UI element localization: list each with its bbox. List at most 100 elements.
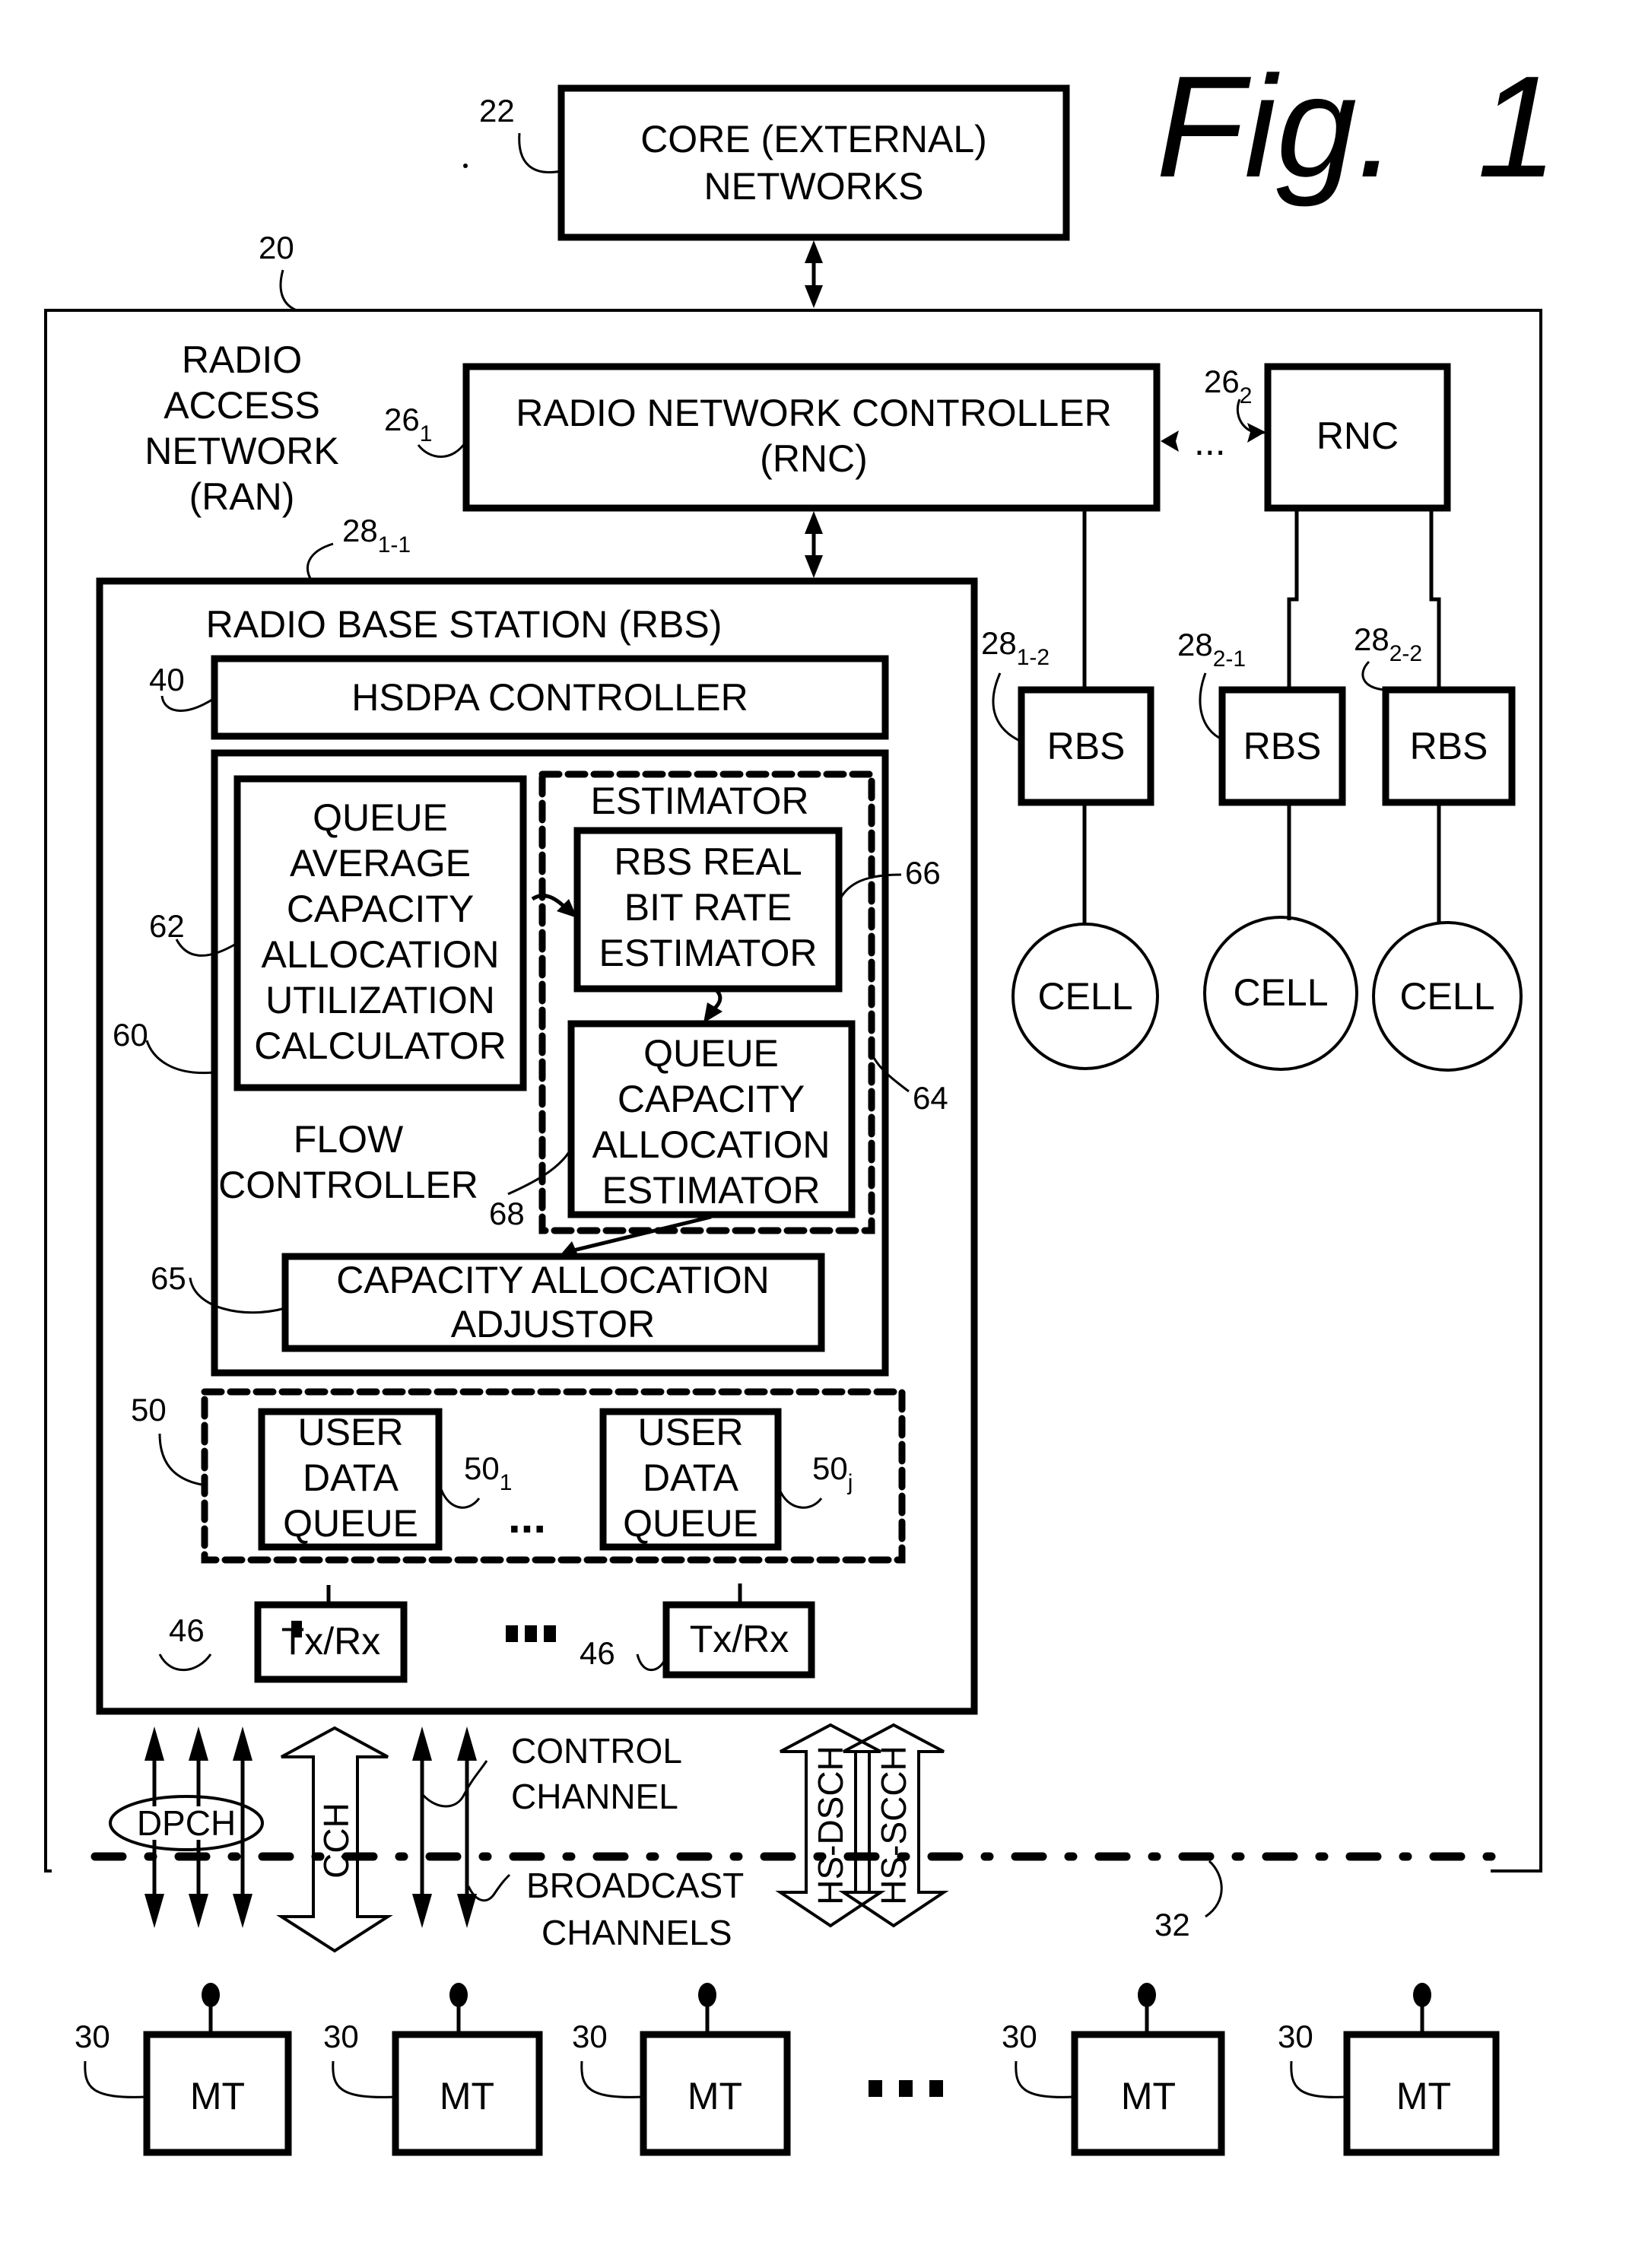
rnc-link-arrow-left — [1161, 430, 1179, 452]
mt-ref: 30 — [323, 2019, 359, 2054]
core-label-line1: CORE (EXTERNAL) — [640, 118, 987, 160]
calc-line: AVERAGE — [290, 842, 471, 885]
estimator-label: ESTIMATOR — [590, 780, 808, 822]
mt-ref-leader — [332, 2060, 396, 2098]
remote-rbs-2-1: RBS 282-1 CELL — [1177, 627, 1358, 1071]
mobile-terminal-1: MT 30 — [75, 1983, 292, 2156]
transceiver-label: Tx/Rx — [690, 1618, 789, 1660]
calc-line: QUEUE — [313, 796, 448, 839]
queue-line: QUEUE — [283, 1502, 418, 1545]
broadcast-channels-label-line2: CHANNELS — [541, 1913, 732, 1952]
core-ref: 22 — [479, 93, 515, 129]
air-interface-ref: 32 — [1154, 1907, 1190, 1942]
rnc1-label-line1: RADIO NETWORK CONTROLLER — [516, 392, 1111, 434]
hsdpa-label: HSDPA CONTROLLER — [351, 676, 748, 719]
calc-line: CAPACITY — [287, 888, 474, 930]
mt-label: MT — [440, 2075, 494, 2117]
adjustor-label-line1: CAPACITY ALLOCATION — [336, 1259, 770, 1301]
ran-ref-leader — [279, 269, 297, 312]
mobile-terminal-ellipsis — [869, 2080, 943, 2097]
remote-rbs-ref: 282-2 — [1354, 621, 1422, 666]
hs-dsch-label: HS-DSCH — [811, 1745, 850, 1905]
network-diagram: Fig. 1 CORE (EXTERNAL) NETWORKS 22 20 RA… — [44, 46, 1558, 2156]
core-label-line2: NETWORKS — [704, 165, 924, 208]
mt-ref: 30 — [1002, 2019, 1037, 2054]
calc-line: ALLOCATION — [261, 933, 499, 976]
mt-ref-leader — [580, 2060, 644, 2098]
ran-label-line4: (RAN) — [189, 475, 295, 518]
transceiver-ellipsis — [506, 1625, 556, 1642]
cell-label: CELL — [1037, 975, 1132, 1018]
rbs-main-title: RADIO BASE STATION (RBS) — [206, 603, 722, 646]
transceiver-dots — [291, 1621, 302, 1637]
mt-label: MT — [1121, 2075, 1176, 2117]
hs-dsch-channel: HS-DSCH — [775, 1723, 886, 1928]
rnc1-block: RADIO NETWORK CONTROLLER (RNC) 261 — [384, 363, 1161, 512]
cch-label: CCH — [316, 1803, 356, 1879]
rnc2-block: RNC 262 ... — [1161, 363, 1451, 512]
bitrate-ref: 66 — [905, 855, 941, 891]
queue-line: DATA — [643, 1456, 739, 1499]
rnc1-ref: 261 — [384, 402, 432, 446]
calc-line: UTILIZATION — [265, 979, 495, 1021]
remote-rbs-label: RBS — [1243, 725, 1322, 767]
rnc-link-arrow-right — [1247, 423, 1266, 443]
hs-scch-channel: HS-SCCH — [838, 1723, 949, 1928]
remote-rbs-label: RBS — [1410, 725, 1488, 767]
queues-ref: 50 — [131, 1392, 167, 1428]
flow-controller-ref: 60 — [113, 1017, 148, 1053]
capest-line: QUEUE — [643, 1032, 779, 1075]
transceiver-ref: 46 — [580, 1635, 615, 1671]
capest-ref: 68 — [489, 1196, 525, 1231]
rbs-main-ref-leader — [306, 542, 334, 582]
mobile-terminal-5: MT 30 — [1278, 1983, 1500, 2156]
capest-line: ESTIMATOR — [602, 1169, 820, 1212]
queue-line: USER — [638, 1411, 744, 1453]
calc-ref: 62 — [149, 908, 185, 944]
hs-scch-label: HS-SCCH — [874, 1745, 913, 1905]
remote-rbs-ref: 281-2 — [981, 625, 1050, 670]
queues-ellipsis: ... — [508, 1491, 546, 1542]
remote-rbs-label: RBS — [1047, 725, 1126, 767]
bitrate-line: RBS REAL — [614, 840, 802, 883]
ran-label-line2: ACCESS — [164, 384, 320, 427]
queue-line: USER — [298, 1411, 404, 1453]
broadcast-channels-label-line1: BROADCAST — [526, 1866, 744, 1905]
core-ran-link — [805, 240, 823, 308]
core-ref-leader — [518, 132, 562, 173]
dpch-channels: DPCH — [109, 1726, 264, 1928]
rbs-main-ref: 281-1 — [342, 513, 411, 557]
core-networks-block: CORE (EXTERNAL) NETWORKS 22 — [463, 84, 1070, 241]
air-interface-ref-leader — [1205, 1860, 1223, 1918]
flow-controller-label-line1: FLOW — [294, 1118, 404, 1161]
mt-ref: 30 — [1278, 2019, 1313, 2054]
cell-label: CELL — [1399, 975, 1494, 1018]
mobile-terminal-4: MT 30 — [1002, 1983, 1225, 2156]
remote-rbs-ref: 282-1 — [1177, 627, 1246, 672]
transceiver-ref: 46 — [169, 1612, 205, 1648]
control-channel-label-line2: CHANNEL — [511, 1777, 678, 1816]
rnc-rbs-link — [805, 511, 823, 578]
mt-ref-leader — [84, 2060, 148, 2098]
queue-line: QUEUE — [623, 1502, 758, 1545]
dpch-label: DPCH — [137, 1803, 236, 1843]
calc-line: CALCULATOR — [254, 1024, 507, 1067]
adjustor-ref: 65 — [151, 1260, 186, 1296]
bitrate-line: ESTIMATOR — [599, 932, 817, 974]
broadcast-channels-leader — [467, 1873, 511, 1902]
rnc-link-ellipsis: ... — [1194, 421, 1226, 463]
remote-rbs-1-2: RBS 281-2 CELL — [981, 625, 1159, 1070]
rnc2-label: RNC — [1316, 415, 1399, 457]
figure-title: Fig. 1 — [1156, 46, 1558, 208]
bitrate-line: BIT RATE — [624, 886, 792, 929]
estimator-ref: 64 — [913, 1080, 948, 1116]
ran-label-line1: RADIO — [182, 338, 302, 381]
ran-label-line3: NETWORK — [144, 430, 339, 472]
control-channel-label-line1: CONTROL — [511, 1731, 682, 1771]
adjustor-label-line2: ADJUSTOR — [451, 1303, 656, 1345]
cell-label: CELL — [1233, 971, 1328, 1014]
capest-line: CAPACITY — [618, 1078, 805, 1120]
remote-rbs-ref-leader — [992, 672, 1022, 743]
control-broadcast-channels: CONTROL CHANNEL BROADCAST CHANNELS — [412, 1726, 744, 1952]
capest-line: ALLOCATION — [592, 1123, 830, 1166]
